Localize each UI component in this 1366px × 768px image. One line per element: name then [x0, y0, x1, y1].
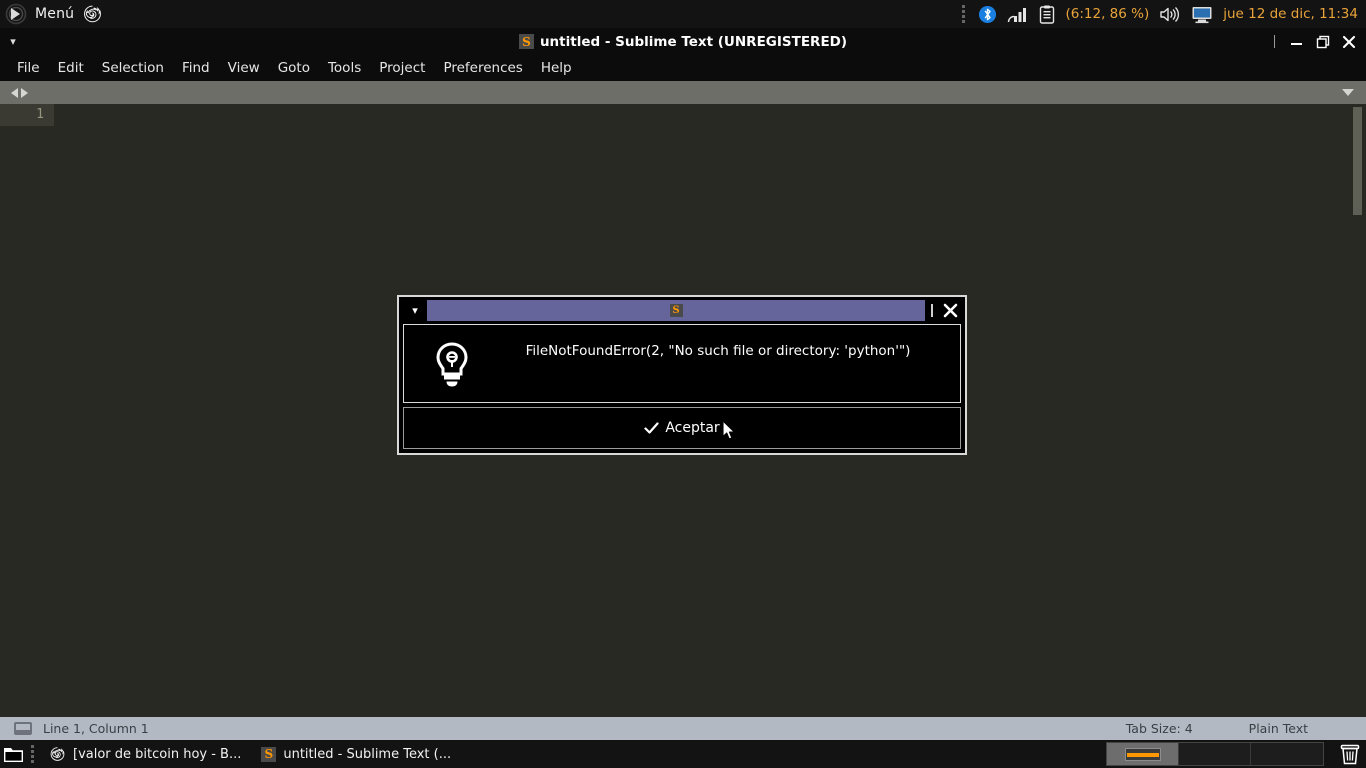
taskbar-task-sublime[interactable]: S untitled - Sublime Text (...	[253, 744, 459, 765]
chevron-down-icon[interactable]: ▾	[0, 35, 26, 48]
firefox-icon	[49, 746, 66, 763]
top-panel: Menú (6:12, 86 %) jue 12 de dic, 11:34	[0, 0, 1366, 28]
taskbar-task-firefox[interactable]: [valor de bitcoin hoy - B...	[41, 743, 249, 766]
workspace-window-preview	[1125, 748, 1161, 761]
menu-item-view[interactable]: View	[219, 57, 269, 79]
menu-item-goto[interactable]: Goto	[269, 57, 319, 79]
taskbar: [valor de bitcoin hoy - B... S untitled …	[0, 740, 1366, 768]
status-bar-right: Tab Size: 4 Plain Text	[1126, 721, 1352, 736]
syntax-status[interactable]: Plain Text	[1249, 721, 1308, 736]
dialog-message: FileNotFoundError(2, "No such file or di…	[525, 343, 911, 359]
error-dialog: ▾ S FileNotFoundError(2, "No such file o…	[397, 295, 967, 455]
window-controls	[1274, 33, 1366, 50]
display-icon[interactable]	[1191, 5, 1213, 24]
taskbar-left-group: [valor de bitcoin hoy - B... S untitled …	[0, 743, 459, 766]
system-tray: (6:12, 86 %) jue 12 de dic, 11:34	[959, 5, 1366, 24]
status-bar: Line 1, Column 1 Tab Size: 4 Plain Text	[0, 717, 1366, 740]
workspace-pager	[1106, 742, 1324, 766]
panel-left-group: Menú	[0, 3, 103, 25]
workspace-2[interactable]	[1179, 743, 1251, 765]
sublime-text-icon: S	[261, 746, 277, 762]
menu-item-selection[interactable]: Selection	[93, 57, 173, 79]
close-icon[interactable]	[939, 302, 961, 319]
dialog-footer: Aceptar	[403, 407, 961, 449]
sublime-text-icon: S	[669, 304, 683, 317]
sublime-text-icon: S	[518, 34, 534, 49]
menu-item-tools[interactable]: Tools	[319, 57, 370, 79]
dialog-body: FileNotFoundError(2, "No such file or di…	[403, 324, 961, 403]
line-number: 1	[36, 107, 44, 122]
menu-label[interactable]: Menú	[35, 6, 74, 22]
menu-item-edit[interactable]: Edit	[49, 57, 93, 79]
taskbar-task-label: untitled - Sublime Text (...	[283, 746, 452, 762]
dialog-title-bar: ▾ S	[399, 297, 965, 324]
menu-bar: File Edit Selection Find View Goto Tools…	[0, 55, 1366, 81]
bluetooth-icon[interactable]	[978, 5, 997, 24]
battery-status-text: (6:12, 86 %)	[1065, 6, 1150, 22]
clock[interactable]: jue 12 de dic, 11:34	[1223, 6, 1358, 22]
taskbar-task-label: [valor de bitcoin hoy - B...	[73, 746, 242, 762]
workspace-1[interactable]	[1107, 743, 1179, 765]
lightbulb-icon	[412, 335, 492, 389]
line-number-gutter: 1	[0, 104, 54, 126]
dialog-titlebar-separator	[931, 304, 933, 317]
trash-icon[interactable]	[1340, 744, 1360, 765]
battery-clipboard-icon[interactable]	[1039, 5, 1055, 24]
cursor-position: Line 1, Column 1	[43, 721, 149, 736]
desktop-screen: Menú (6:12, 86 %) jue 12 de dic, 11:34 ▾…	[0, 0, 1366, 768]
tab-scroll-left-icon[interactable]	[11, 87, 18, 98]
window-controls-separator	[1274, 35, 1275, 48]
panel-drag-handle-icon[interactable]	[959, 5, 968, 23]
tab-list-chevron-icon[interactable]	[1342, 89, 1354, 96]
xfce-mouse-logo-icon[interactable]	[5, 3, 27, 25]
taskbar-right-group	[1106, 742, 1366, 766]
volume-icon[interactable]	[1159, 5, 1181, 24]
dialog-title-band: S	[427, 300, 925, 321]
tab-scroll-arrows	[0, 87, 28, 98]
workspace-3[interactable]	[1251, 743, 1323, 765]
menu-item-file[interactable]: File	[8, 57, 49, 79]
chevron-down-icon[interactable]: ▾	[403, 304, 427, 317]
window-title-bar: ▾ S untitled - Sublime Text (UNREGISTERE…	[0, 28, 1366, 55]
menu-item-help[interactable]: Help	[532, 57, 581, 79]
tab-scroll-right-icon[interactable]	[21, 87, 28, 98]
editor-scrollbar[interactable]	[1353, 107, 1362, 215]
console-toggle-icon[interactable]	[14, 722, 32, 735]
tab-bar	[0, 81, 1366, 104]
minimize-icon[interactable]	[1288, 33, 1305, 50]
file-manager-icon[interactable]	[3, 745, 24, 763]
panel-drag-handle-icon[interactable]	[28, 745, 37, 763]
network-signal-icon[interactable]	[1007, 5, 1029, 24]
menu-item-preferences[interactable]: Preferences	[434, 57, 531, 79]
accept-button-label: Aceptar	[665, 420, 720, 436]
firefox-icon[interactable]	[82, 4, 103, 25]
menu-item-find[interactable]: Find	[173, 57, 219, 79]
window-title: untitled - Sublime Text (UNREGISTERED)	[539, 33, 848, 50]
maximize-restore-icon[interactable]	[1314, 33, 1331, 50]
close-icon[interactable]	[1340, 33, 1357, 50]
window-title-group: S untitled - Sublime Text (UNREGISTERED)	[0, 28, 1366, 55]
tab-size-status[interactable]: Tab Size: 4	[1126, 721, 1193, 736]
menu-item-project[interactable]: Project	[370, 57, 434, 79]
check-icon	[644, 421, 659, 436]
accept-button[interactable]: Aceptar	[403, 407, 961, 449]
